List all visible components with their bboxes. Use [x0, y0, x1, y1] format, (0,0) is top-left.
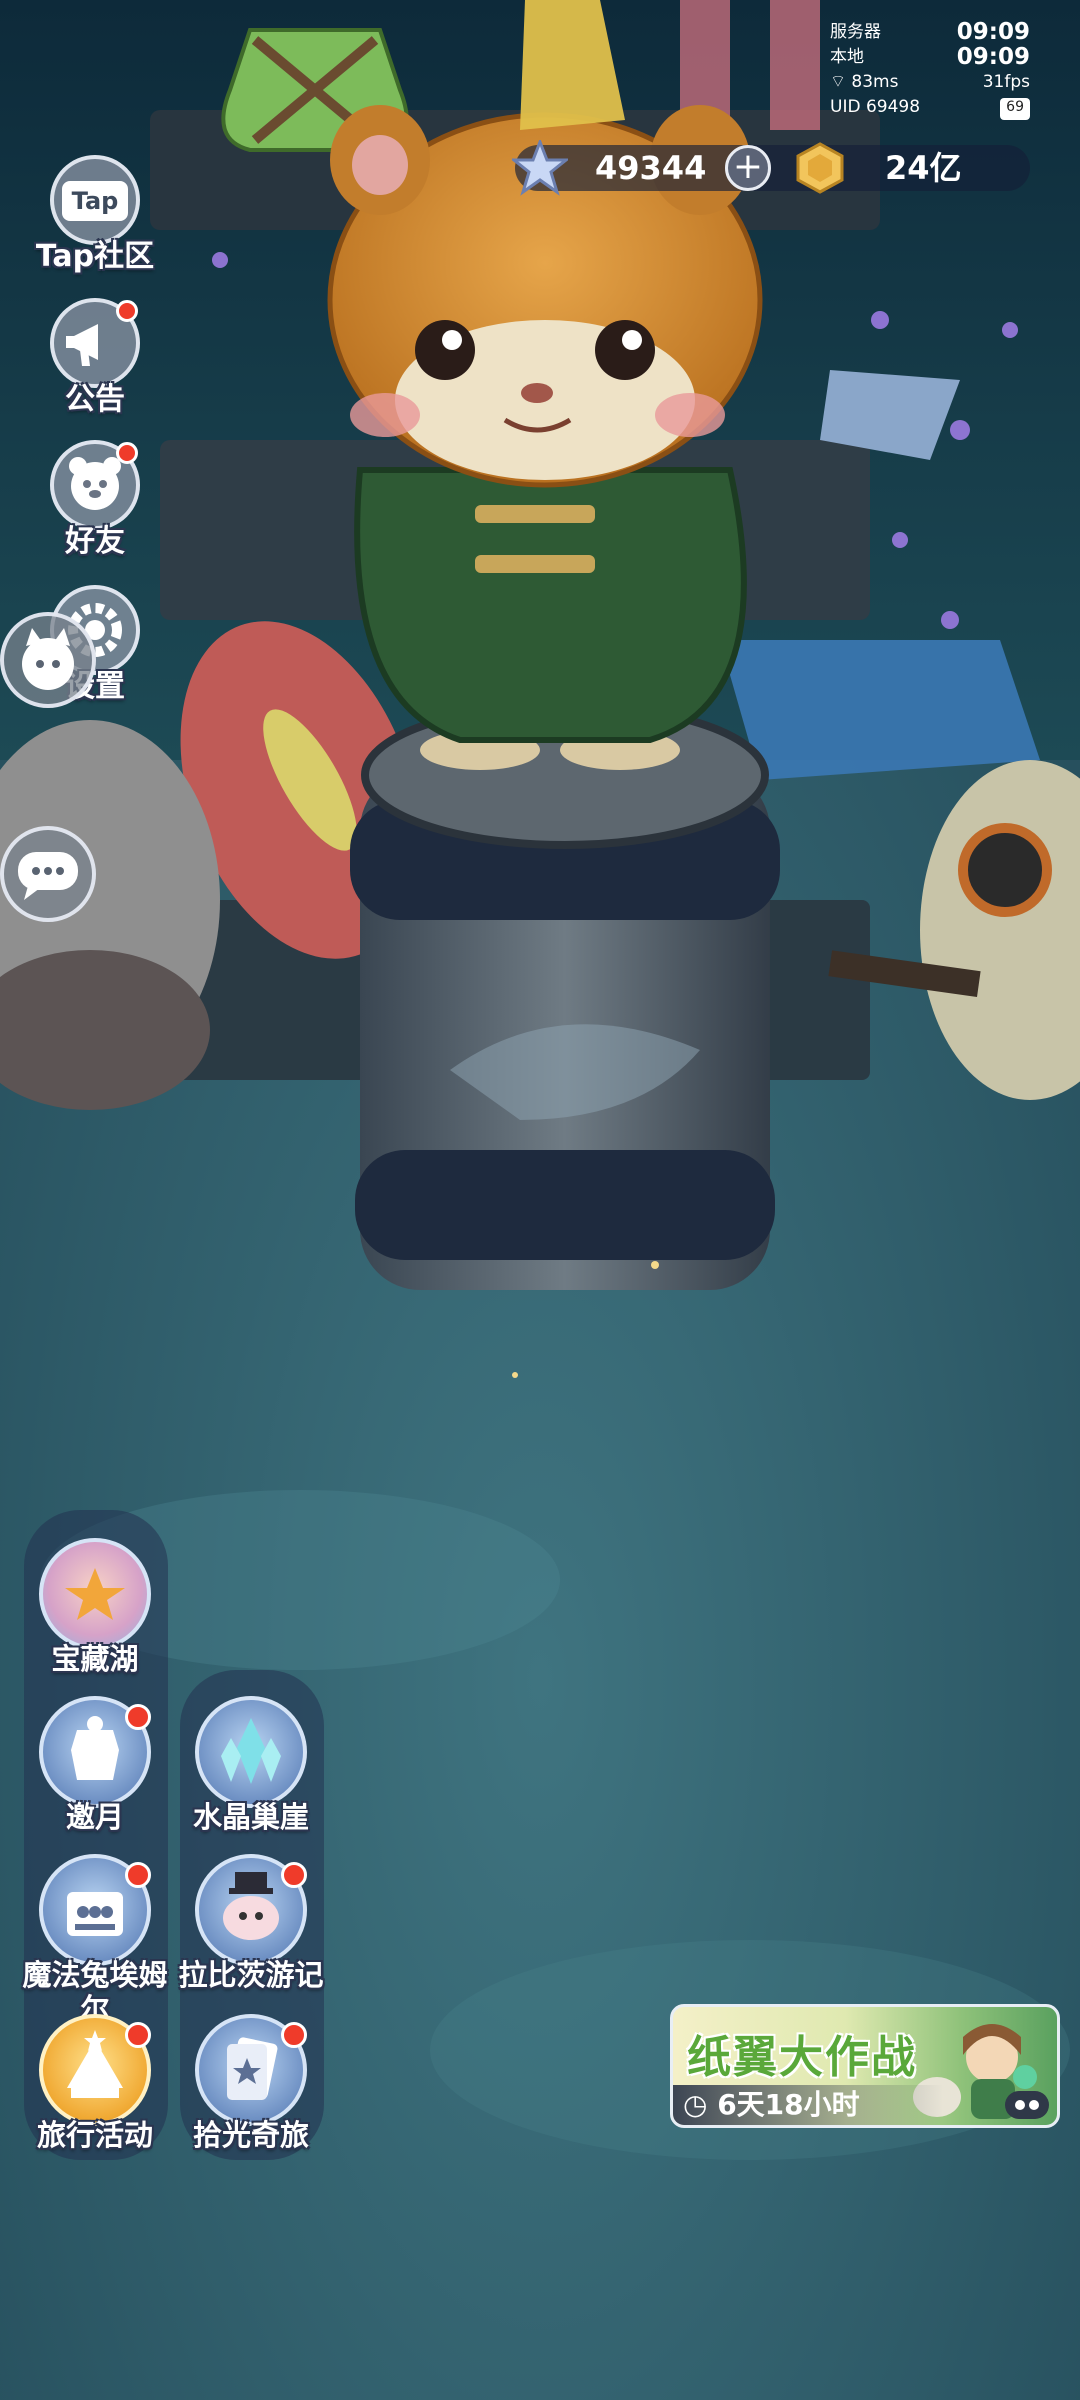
- uid-value: UID 69498: [830, 97, 921, 117]
- notification-dot: [125, 2022, 151, 2048]
- currency-bar: 49344 24亿: [515, 145, 1030, 191]
- avatar-button[interactable]: [0, 612, 96, 708]
- event-banner[interactable]: 纸翼大作战 ◷ 6天18小时: [670, 2004, 1060, 2128]
- notification-dot: [116, 442, 138, 464]
- travel-event-label: 旅行活动: [36, 2118, 153, 2152]
- announcement-label: 公告: [65, 382, 125, 417]
- star-count: 49344: [595, 149, 707, 187]
- notification-dot: [125, 1704, 151, 1730]
- card-journey-icon: [195, 2014, 307, 2126]
- rabbit-travel-button[interactable]: 拉比茨游记: [176, 1854, 326, 1992]
- status-overlay: 服务器 09:09 本地 09:09 ⌔ 83ms 31fps UID 6949…: [830, 20, 1030, 120]
- battery-level: 69: [1000, 98, 1030, 120]
- crystal-cliff-label: 水晶巢崖: [192, 1800, 309, 1834]
- friends-button[interactable]: 好友: [30, 440, 160, 560]
- card-journey-button[interactable]: 拾光奇旅: [176, 2014, 326, 2152]
- invite-moon-label: 邀月: [65, 1800, 124, 1834]
- event-title: 纸翼大作战: [687, 2032, 917, 2083]
- magic-rabbit-button[interactable]: 魔法兔埃姆尔: [20, 1854, 170, 2026]
- friends-label: 好友: [65, 524, 125, 559]
- notification-dot: [125, 1862, 151, 1888]
- event-expand-icon: [1005, 2091, 1049, 2119]
- server-label: 服务器: [830, 22, 881, 42]
- travel-event-icon: [39, 2014, 151, 2126]
- tap-community-button[interactable]: Tap Tap社区: [30, 155, 160, 275]
- magic-rabbit-icon: [39, 1854, 151, 1966]
- treasure-lake-label: 宝藏湖: [51, 1642, 139, 1676]
- server-time: 09:09: [956, 19, 1030, 45]
- notification-dot: [281, 1862, 307, 1888]
- crystal-cliff-icon: [195, 1696, 307, 1808]
- chat-button[interactable]: [0, 826, 96, 922]
- card-journey-label: 拾光奇旅: [192, 2118, 309, 2152]
- add-currency-button[interactable]: +: [725, 145, 771, 191]
- wifi-icon: ⌔: [830, 72, 846, 92]
- event-timer-text: 6天18小时: [717, 2088, 860, 2121]
- clock-icon: ◷: [683, 2088, 708, 2121]
- star-icon: [512, 140, 568, 196]
- cat-avatar-icon: [22, 628, 74, 690]
- treasure-lake-icon: [39, 1538, 151, 1650]
- fps-value: 31fps: [982, 72, 1030, 92]
- event-timer: ◷ 6天18小时: [673, 2085, 943, 2125]
- announcement-button[interactable]: 公告: [30, 298, 160, 418]
- ping-value: 83ms: [851, 72, 899, 92]
- notification-dot: [281, 2022, 307, 2048]
- coin-icon: [796, 142, 844, 194]
- invite-moon-icon: [39, 1696, 151, 1808]
- local-time: 09:09: [956, 44, 1030, 70]
- rabbit-travel-icon: [195, 1854, 307, 1966]
- travel-event-button[interactable]: 旅行活动: [20, 2014, 170, 2152]
- rabbit-travel-label: 拉比茨游记: [178, 1958, 324, 1992]
- notification-dot: [116, 300, 138, 322]
- coin-count: 24亿: [885, 149, 962, 187]
- tap-community-label: Tap社区: [35, 239, 155, 274]
- chat-icon: [18, 852, 78, 900]
- crystal-cliff-button[interactable]: 水晶巢崖: [176, 1696, 326, 1834]
- invite-moon-button[interactable]: 邀月: [20, 1696, 170, 1834]
- treasure-lake-button[interactable]: 宝藏湖: [20, 1538, 170, 1676]
- local-label: 本地: [830, 47, 864, 67]
